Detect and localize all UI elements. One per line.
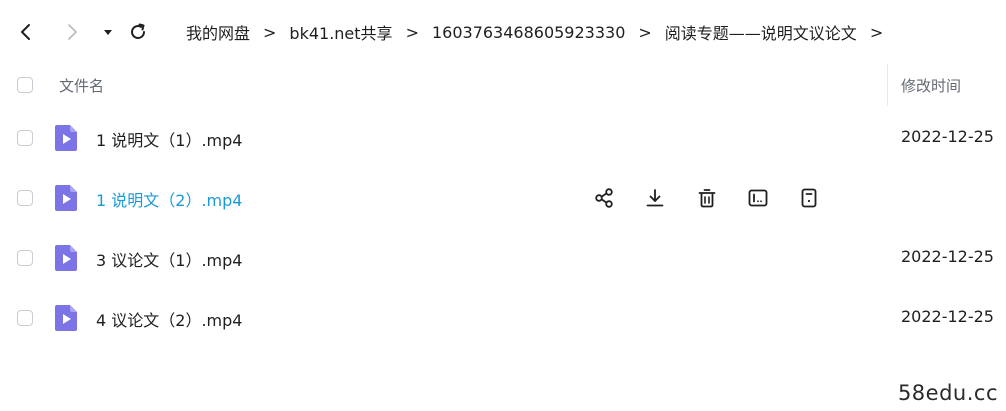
- breadcrumb-item-current[interactable]: 阅读专题——说明文议论文: [665, 20, 857, 44]
- file-row[interactable]: 4 议论文（2）.mp4 2022-12-25: [0, 288, 1006, 348]
- row-checkbox[interactable]: [17, 310, 33, 326]
- column-divider[interactable]: [887, 64, 888, 106]
- video-file-icon: [55, 245, 77, 271]
- file-modified-time: 2022-12-25: [901, 307, 994, 326]
- file-name[interactable]: 3 议论文（1）.mp4: [96, 247, 242, 271]
- breadcrumb-separator: >: [869, 22, 884, 42]
- file-row[interactable]: 1 说明文（1）.mp4 2022-12-25: [0, 108, 1006, 168]
- delete-button[interactable]: [695, 186, 719, 210]
- breadcrumb-item-folder-id[interactable]: 1603763468605923330: [432, 23, 625, 42]
- share-button[interactable]: [592, 186, 616, 210]
- video-file-icon: [55, 185, 77, 211]
- breadcrumb-separator: >: [638, 22, 652, 42]
- delete-icon: [698, 189, 716, 208]
- history-dropdown-button[interactable]: [94, 18, 122, 46]
- file-modified-time: 2022-12-25: [901, 247, 994, 266]
- row-checkbox[interactable]: [17, 250, 33, 266]
- row-checkbox[interactable]: [17, 190, 33, 206]
- rename-button[interactable]: [746, 186, 770, 210]
- refresh-button[interactable]: [124, 18, 152, 46]
- file-name[interactable]: 1 说明文（2）.mp4: [96, 187, 242, 211]
- file-list: 1 说明文（1）.mp4 2022-12-25 1 说明文（2）.mp4 3 议…: [0, 108, 1006, 348]
- video-file-icon: [55, 305, 77, 331]
- breadcrumb-item-root[interactable]: 我的网盘: [186, 20, 250, 44]
- file-name[interactable]: 4 议论文（2）.mp4: [96, 307, 242, 331]
- column-header-name[interactable]: 文件名: [59, 75, 104, 96]
- file-manager-page: 我的网盘 > bk41.net共享 > 1603763468605923330 …: [0, 0, 1006, 411]
- chevron-right-icon: [68, 24, 77, 40]
- top-navigation-bar: 我的网盘 > bk41.net共享 > 1603763468605923330 …: [0, 0, 1006, 64]
- file-row-hovered[interactable]: 1 说明文（2）.mp4: [0, 168, 1006, 228]
- rename-icon: [748, 189, 768, 207]
- breadcrumb-separator: >: [405, 22, 419, 42]
- download-button[interactable]: [643, 186, 667, 210]
- breadcrumb-separator: >: [263, 22, 277, 42]
- file-modified-time: 2022-12-25: [901, 127, 994, 146]
- more-button[interactable]: [797, 186, 821, 210]
- select-all-checkbox[interactable]: [17, 77, 33, 93]
- watermark-text: 58edu.cc: [897, 381, 998, 405]
- download-icon: [646, 189, 664, 207]
- file-row[interactable]: 3 议论文（1）.mp4 2022-12-25: [0, 228, 1006, 288]
- breadcrumb-item-share[interactable]: bk41.net共享: [289, 20, 392, 44]
- breadcrumb: 我的网盘 > bk41.net共享 > 1603763468605923330 …: [186, 20, 896, 44]
- back-button[interactable]: [12, 18, 40, 46]
- file-list-header: 文件名 修改时间: [0, 64, 1006, 108]
- column-header-modified[interactable]: 修改时间: [901, 75, 961, 96]
- refresh-icon: [131, 23, 145, 39]
- more-icon: [801, 188, 817, 208]
- caret-down-icon: [104, 30, 112, 35]
- row-checkbox[interactable]: [17, 130, 33, 146]
- share-icon: [595, 188, 613, 208]
- chevron-left-icon: [21, 24, 30, 40]
- video-file-icon: [55, 125, 77, 151]
- file-name[interactable]: 1 说明文（1）.mp4: [96, 127, 242, 151]
- forward-button[interactable]: [58, 18, 86, 46]
